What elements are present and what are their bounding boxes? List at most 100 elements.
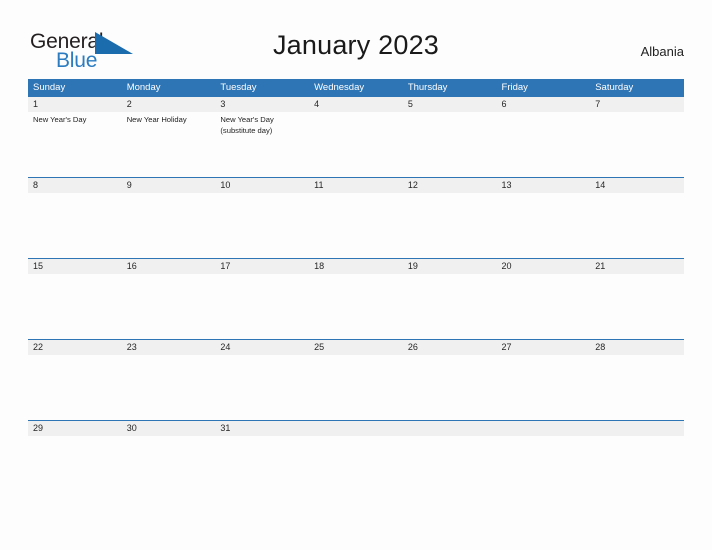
- day-cell[interactable]: New Year's Day (substitute day): [215, 112, 309, 176]
- day-cell[interactable]: [309, 112, 403, 176]
- day-number[interactable]: 12: [403, 178, 497, 193]
- day-cell[interactable]: [497, 112, 591, 176]
- holiday-event: New Year Holiday: [126, 115, 187, 124]
- day-cell[interactable]: [215, 355, 309, 419]
- page-title: January 2023: [272, 30, 440, 60]
- weekday-header-sunday: Sunday: [33, 82, 66, 93]
- day-cell[interactable]: [28, 193, 122, 257]
- country-label: Albania: [640, 44, 684, 59]
- day-number[interactable]: 28: [590, 340, 684, 355]
- day-events-row: [28, 274, 684, 338]
- day-number[interactable]: 13: [497, 178, 591, 193]
- day-number[interactable]: 16: [122, 259, 216, 274]
- day-number[interactable]: 21: [590, 259, 684, 274]
- day-number[interactable]: 2: [122, 97, 216, 112]
- day-number-empty: [309, 421, 403, 436]
- day-number-empty: [590, 421, 684, 436]
- day-cell[interactable]: [28, 355, 122, 419]
- day-cell: [403, 436, 497, 500]
- day-cell[interactable]: [215, 436, 309, 500]
- weekday-header-thursday: Thursday: [407, 82, 448, 93]
- day-number[interactable]: 25: [309, 340, 403, 355]
- weekday-header-wednesday: Wednesday: [314, 82, 365, 93]
- day-number[interactable]: 19: [403, 259, 497, 274]
- calendar-week-row: 1 2 3 4 5 6 7 New Year's Day New Year Holiday New…: [28, 96, 684, 177]
- day-cell[interactable]: [403, 112, 497, 176]
- day-cell[interactable]: [122, 355, 216, 419]
- calendar-week-row: 29 30 31: [28, 420, 684, 501]
- day-cell[interactable]: [122, 274, 216, 338]
- day-number-row: 8 9 10 11 12 13 14: [28, 177, 684, 193]
- day-number[interactable]: 31: [215, 421, 309, 436]
- day-number[interactable]: 22: [28, 340, 122, 355]
- day-cell[interactable]: [309, 355, 403, 419]
- day-cell: [590, 436, 684, 500]
- weekday-header-friday: Friday: [501, 82, 528, 93]
- day-cell[interactable]: New Year Holiday: [122, 112, 216, 176]
- day-number[interactable]: 15: [28, 259, 122, 274]
- day-events-row: New Year's Day New Year Holiday New Year's…: [28, 112, 684, 176]
- day-number[interactable]: 3: [215, 97, 309, 112]
- day-cell[interactable]: [215, 193, 309, 257]
- day-events-row: [28, 193, 684, 257]
- day-cell[interactable]: [590, 112, 684, 176]
- day-number[interactable]: 24: [215, 340, 309, 355]
- day-cell[interactable]: [403, 274, 497, 338]
- day-cell: [497, 436, 591, 500]
- day-number[interactable]: 20: [497, 259, 591, 274]
- holiday-event: New Year's Day: [33, 115, 87, 124]
- day-cell[interactable]: [497, 193, 591, 257]
- day-number[interactable]: 10: [215, 178, 309, 193]
- day-cell: [309, 436, 403, 500]
- day-cell[interactable]: [122, 436, 216, 500]
- weekday-header-saturday: Saturday: [595, 82, 634, 93]
- day-number[interactable]: 27: [497, 340, 591, 355]
- day-number[interactable]: 5: [403, 97, 497, 112]
- day-cell[interactable]: [28, 274, 122, 338]
- day-cell[interactable]: [309, 274, 403, 338]
- day-number-row: 1234567: [28, 96, 684, 112]
- day-cell[interactable]: [122, 193, 216, 257]
- day-number-empty: [403, 421, 497, 436]
- day-number[interactable]: 14: [590, 178, 684, 193]
- calendar-week-row: 15 16 17 18 19 20 21: [28, 258, 684, 339]
- day-number[interactable]: 6: [497, 97, 591, 112]
- day-cell[interactable]: [403, 193, 497, 257]
- weekday-header-row: Sunday Monday Tuesday Wednesday Thursday…: [28, 79, 684, 96]
- day-number[interactable]: 9: [122, 178, 216, 193]
- day-number[interactable]: 18: [309, 259, 403, 274]
- day-cell[interactable]: [497, 355, 591, 419]
- day-cell[interactable]: [590, 274, 684, 338]
- day-number-row: 22 23 24 25 26 27 28: [28, 339, 684, 355]
- day-events-row: [28, 355, 684, 419]
- calendar-week-row: 8 9 10 11 12 13 14: [28, 177, 684, 258]
- day-cell[interactable]: New Year's Day: [28, 112, 122, 176]
- day-cell[interactable]: [309, 193, 403, 257]
- day-number[interactable]: 23: [122, 340, 216, 355]
- weekday-header-tuesday: Tuesday: [220, 82, 257, 93]
- day-number[interactable]: 29: [28, 421, 122, 436]
- day-number[interactable]: 30: [122, 421, 216, 436]
- weekday-header-monday: Monday: [126, 82, 161, 93]
- day-cell[interactable]: [590, 193, 684, 257]
- day-number[interactable]: 4: [309, 97, 403, 112]
- calendar-weeks: 1 2 3 4 5 6 7 New Year's Day New Year Holiday New…: [28, 96, 684, 501]
- day-number[interactable]: 7: [590, 97, 684, 112]
- day-cell[interactable]: [403, 355, 497, 419]
- day-number-empty: [497, 421, 591, 436]
- day-number[interactable]: 8: [28, 178, 122, 193]
- day-number[interactable]: 17: [215, 259, 309, 274]
- page-header: General Blue January 2023 Albania: [0, 0, 712, 78]
- day-events-row: [28, 436, 684, 500]
- day-number-row: 29 30 31: [28, 420, 684, 436]
- day-number[interactable]: 1: [28, 97, 122, 112]
- day-cell[interactable]: [215, 274, 309, 338]
- day-cell[interactable]: [28, 436, 122, 500]
- holiday-event: New Year's Day (substitute day): [220, 115, 274, 135]
- day-cell[interactable]: [497, 274, 591, 338]
- calendar-week-row: 22 23 24 25 26 27 28: [28, 339, 684, 420]
- day-cell[interactable]: [590, 355, 684, 419]
- day-number[interactable]: 26: [403, 340, 497, 355]
- day-number-row: 15 16 17 18 19 20 21: [28, 258, 684, 274]
- day-number[interactable]: 11: [309, 178, 403, 193]
